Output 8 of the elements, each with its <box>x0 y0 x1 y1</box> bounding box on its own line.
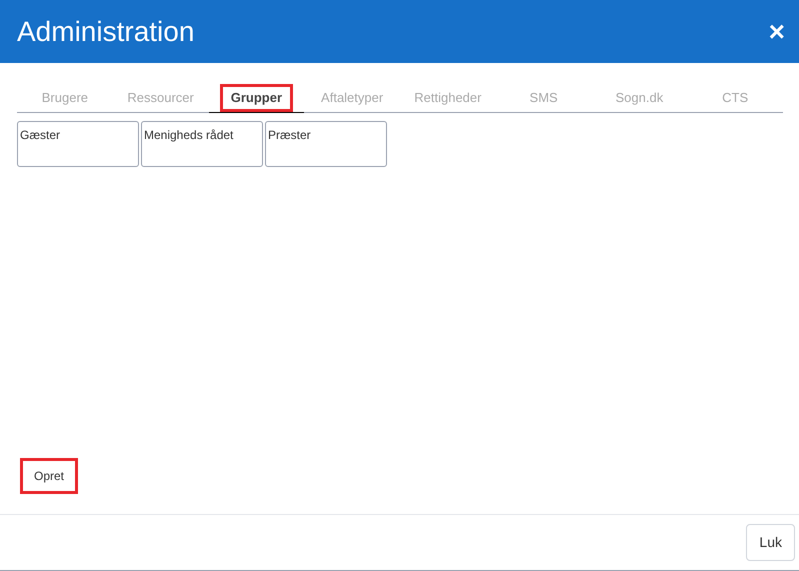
create-button[interactable]: Opret <box>20 458 78 494</box>
group-card[interactable]: Menigheds rådet <box>141 120 263 166</box>
close-dialog-button[interactable]: Luk <box>746 524 795 561</box>
group-card[interactable]: Præster <box>265 120 387 166</box>
tab[interactable]: Grupper <box>220 84 294 112</box>
close-button[interactable]: × <box>768 18 785 46</box>
window-title: Administration <box>17 14 194 48</box>
group-card[interactable]: Gæster <box>17 120 139 166</box>
